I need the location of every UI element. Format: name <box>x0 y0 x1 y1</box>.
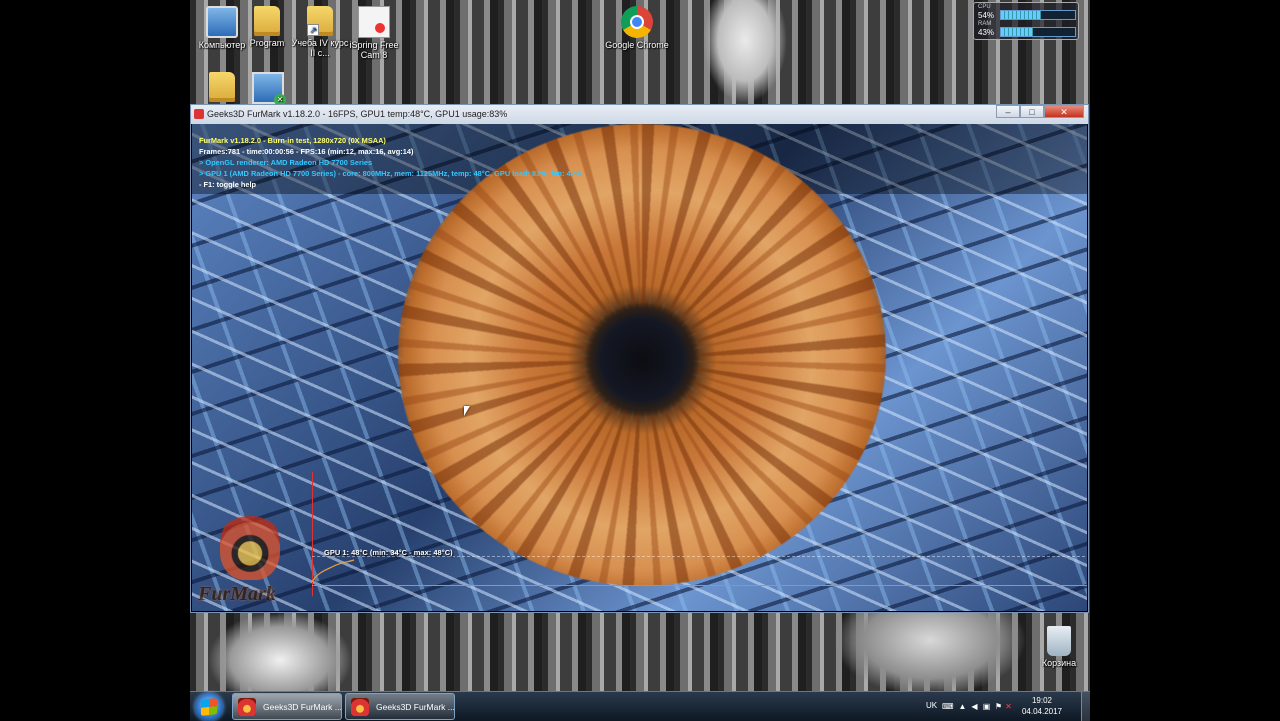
furmark-flame-icon <box>220 510 280 580</box>
desktop-icon-label: iSpring Free Cam 8 <box>349 40 399 60</box>
cpu-bar <box>1000 10 1076 20</box>
hud-line-title: FurMark v1.18.2.0 - Burn-in test, 1280x7… <box>199 136 386 145</box>
furmark-logo: FurMark <box>198 510 302 606</box>
clock-time: 19:02 <box>1031 696 1053 705</box>
temp-curve <box>312 559 355 583</box>
keyboard-icon[interactable]: ⌨ <box>942 702 954 711</box>
folder-icon <box>254 6 280 36</box>
hud-text: FurMark v1.18.2.0 - Burn-in test, 1280x7… <box>199 135 581 190</box>
network-icon <box>252 72 286 106</box>
cpu-ram-meter-gadget[interactable]: CPU 54% RAM 43% <box>973 2 1079 40</box>
recycle-bin-icon <box>1047 626 1071 656</box>
hud-line-frames: Frames:781 - time:00:00:56 - FPS:16 (min… <box>199 147 414 156</box>
furmark-icon <box>351 698 369 716</box>
maximize-button[interactable]: □ <box>1020 105 1044 118</box>
desktop-icon-label: Учеба IV курс II с... <box>291 38 349 58</box>
taskbar-button-furmark-1[interactable]: Geeks3D FurMark ... <box>232 693 342 720</box>
blocked-flag-icon[interactable]: ✕ <box>1004 702 1013 711</box>
clock[interactable]: 19:02 04.04.2017 <box>1014 695 1070 717</box>
show-desktop-button[interactable] <box>1081 692 1090 721</box>
folder-icon <box>209 72 235 102</box>
desktop-icon-recycle-bin[interactable]: Корзина <box>1027 626 1090 668</box>
computer-icon <box>206 6 238 38</box>
ram-bar <box>1000 27 1076 37</box>
desktop-icon-network[interactable] <box>236 72 300 106</box>
language-indicator[interactable]: UK <box>926 701 937 710</box>
action-center-icon[interactable]: ⚑ <box>994 702 1003 711</box>
folder-shortcut-icon: ↗ <box>307 6 333 36</box>
cpu-label: CPU <box>978 4 991 10</box>
network-tray-icon[interactable]: ▣ <box>982 702 991 711</box>
show-hidden-icons-icon[interactable]: ▲ <box>958 702 967 711</box>
windows-logo-icon <box>201 698 217 716</box>
desktop-icon-ispring[interactable]: iSpring Free Cam 8 <box>342 6 406 60</box>
hud-line-gpu: > GPU 1 (AMD Radeon HD 7700 Series) - co… <box>199 169 582 178</box>
clock-date: 04.04.2017 <box>1021 707 1063 716</box>
hud-line-renderer: > OpenGL renderer: AMD Radeon HD 7700 Se… <box>199 158 373 167</box>
start-button[interactable] <box>195 693 223 721</box>
gpu-temp-graph: GPU 1: 48°C (min: 34°C - max: 48°C) <box>310 472 1087 596</box>
desktop-icon-label: Google Chrome <box>605 40 669 50</box>
taskbar-button-label: Geeks3D FurMark ... <box>376 702 455 712</box>
cpu-percent: 54% <box>978 11 995 20</box>
desktop-icon-chrome[interactable]: Google Chrome <box>605 6 669 50</box>
ispring-cam-icon <box>358 6 390 38</box>
furmark-window[interactable]: Geeks3D FurMark v1.18.2.0 - 16FPS, GPU1 … <box>190 104 1089 613</box>
gpu-temp-label: GPU 1: 48°C (min: 34°C - max: 48°C) <box>324 548 453 557</box>
volume-icon[interactable]: ◀ <box>970 702 979 711</box>
furmark-icon <box>238 698 256 716</box>
graph-x-axis <box>312 585 1087 586</box>
render-viewport[interactable]: FurMark v1.18.2.0 - Burn-in test, 1280x7… <box>192 124 1087 611</box>
taskbar-button-label: Geeks3D FurMark ... <box>263 702 342 712</box>
desktop-icon-label: Program <box>249 38 285 48</box>
taskbar: Geeks3D FurMark ... Geeks3D FurMark ... … <box>190 691 1090 721</box>
chrome-icon <box>621 6 653 38</box>
mouse-cursor-icon <box>464 406 470 416</box>
ram-percent: 43% <box>978 28 995 37</box>
desktop-icon-label: Корзина <box>1041 658 1077 668</box>
taskbar-button-furmark-2[interactable]: Geeks3D FurMark ... <box>345 693 455 720</box>
window-titlebar[interactable]: Geeks3D FurMark v1.18.2.0 - 16FPS, GPU1 … <box>191 105 1088 124</box>
furmark-app-icon <box>194 109 204 119</box>
ram-label: RAM <box>978 21 992 27</box>
hud-line-help: - F1: toggle help <box>199 180 257 189</box>
ram-bar-fill <box>1001 28 1033 36</box>
close-button[interactable]: ✕ <box>1044 105 1084 118</box>
cpu-bar-fill <box>1001 11 1041 19</box>
minimize-button[interactable]: – <box>996 105 1020 118</box>
window-title: Geeks3D FurMark v1.18.2.0 - 16FPS, GPU1 … <box>207 109 508 119</box>
furmark-logo-text: FurMark <box>198 583 276 605</box>
